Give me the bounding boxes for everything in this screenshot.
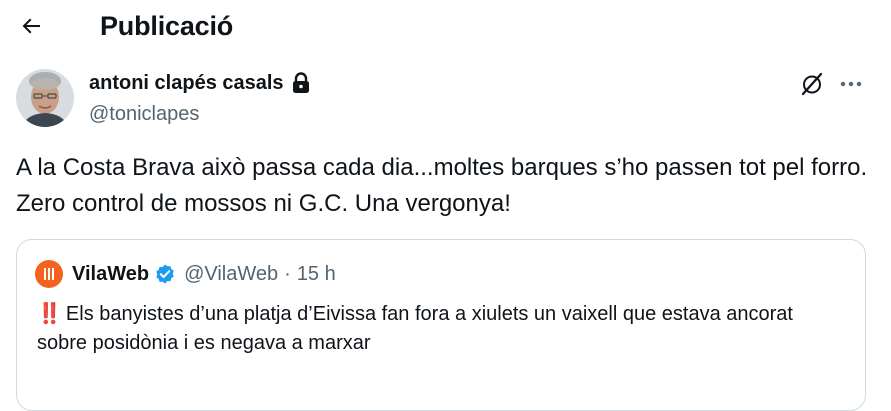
quote-author-name[interactable]: VilaWeb (72, 263, 149, 286)
more-horizontal-icon (840, 81, 862, 87)
arrow-left-icon (22, 18, 40, 34)
tweet-text: A la Costa Brava això passa cada dia...m… (16, 154, 868, 217)
quote-author-handle[interactable]: @VilaWeb (184, 263, 278, 286)
lock-icon (292, 72, 309, 93)
back-button[interactable] (14, 9, 48, 43)
quote-text: Els banyistes d’una platja d’Eivissa fan… (37, 303, 793, 354)
separator-dot: · (284, 262, 291, 285)
quote-text-block: ‼️ Els banyistes d’una platja d’Eivissa f… (37, 300, 847, 358)
grok-icon (801, 72, 823, 96)
author-handle[interactable]: @toniclapes (89, 101, 199, 127)
more-button[interactable] (838, 71, 864, 97)
author-name-text[interactable]: antoni clapés casals (89, 70, 284, 96)
avatar[interactable] (16, 69, 74, 127)
vilaweb-logo-icon (35, 260, 63, 288)
avatar-photo (16, 69, 74, 127)
verified-badge-icon (154, 263, 176, 285)
page-title: Publicació (100, 11, 234, 41)
quote-timestamp[interactable]: 15 h (297, 263, 336, 286)
author-name: antoni clapés casals (89, 70, 311, 96)
page-header: Publicació (0, 0, 891, 54)
grok-button[interactable] (800, 71, 824, 97)
double-exclamation-icon: ‼️ (37, 303, 62, 325)
quote-card[interactable]: VilaWeb @VilaWeb · 15 h ‼️ Els banyistes … (16, 239, 866, 411)
quote-header: VilaWeb @VilaWeb · 15 h (35, 260, 336, 288)
